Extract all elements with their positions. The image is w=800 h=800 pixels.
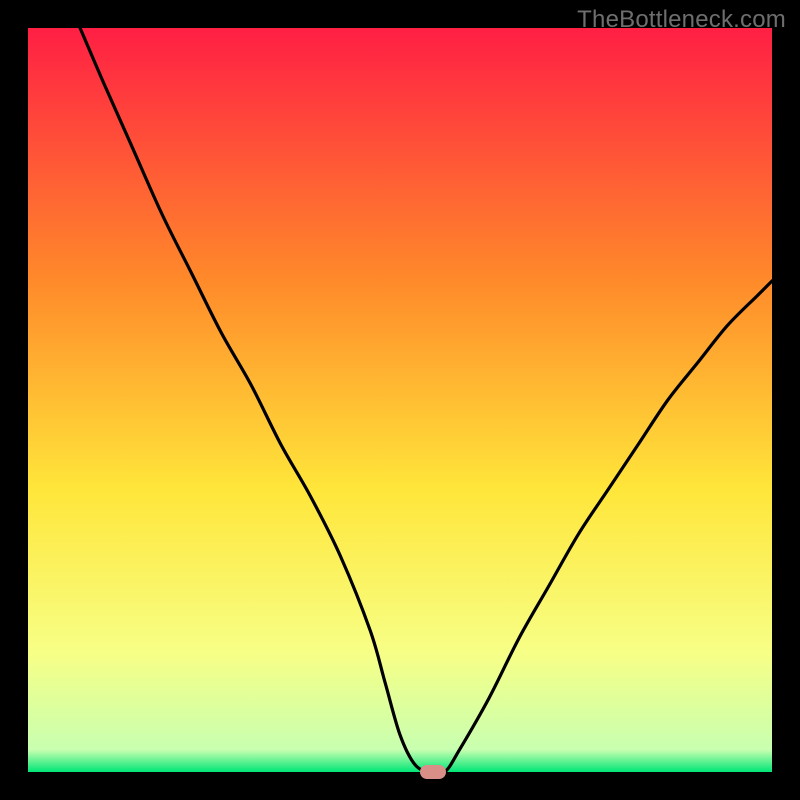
chart-background-gradient [28, 28, 772, 772]
chart-plot-area [28, 28, 772, 772]
chart-frame [28, 28, 772, 772]
minimum-point-marker [420, 765, 446, 779]
watermark-text: TheBottleneck.com [577, 6, 786, 34]
